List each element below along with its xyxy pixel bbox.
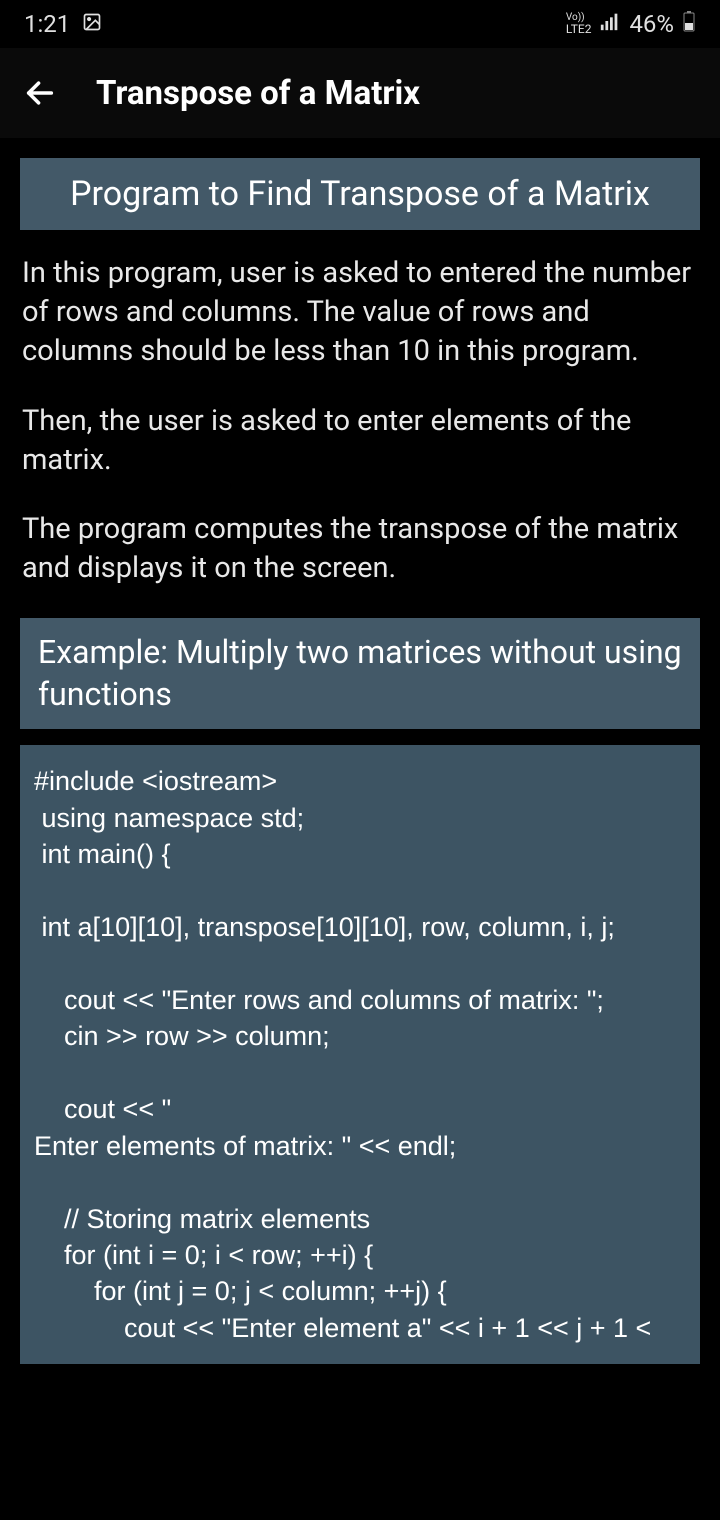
- navigation-bar: [0, 1460, 720, 1520]
- status-left: 1:21: [24, 10, 102, 38]
- back-button[interactable]: [20, 73, 60, 113]
- app-bar: Transpose of a Matrix: [0, 48, 720, 138]
- description-para-2: Then, the user is asked to enter element…: [20, 402, 700, 480]
- battery-icon: [682, 10, 696, 38]
- status-right: Vo)) LTE2 46%: [566, 10, 696, 38]
- description-para-3: The program computes the transpose of th…: [20, 510, 700, 588]
- status-bar: 1:21 Vo)) LTE2 46%: [0, 0, 720, 48]
- content-area: Program to Find Transpose of a Matrix In…: [0, 138, 720, 1364]
- description-para-1: In this program, user is asked to entere…: [20, 254, 700, 371]
- example-heading: Example: Multiply two matrices without u…: [20, 618, 700, 729]
- status-time: 1:21: [24, 10, 70, 38]
- battery-percent: 46%: [629, 10, 674, 38]
- lte-label: Vo)) LTE2: [566, 13, 592, 35]
- image-icon: [82, 10, 102, 38]
- code-block: #include <iostream> using namespace std;…: [20, 745, 700, 1364]
- signal-icon: [599, 10, 621, 38]
- page-title: Transpose of a Matrix: [96, 74, 420, 113]
- main-heading: Program to Find Transpose of a Matrix: [20, 158, 700, 230]
